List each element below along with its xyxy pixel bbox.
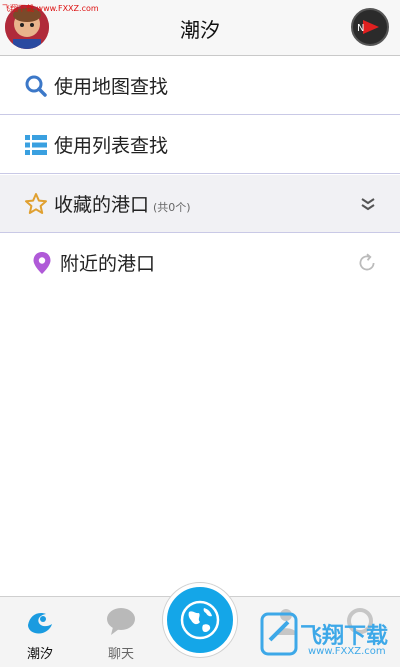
nearby-label: 附近的港口 bbox=[60, 253, 156, 275]
favorites-label: 收藏的港口 (共0个) bbox=[54, 190, 191, 217]
tab-chat-label: 聊天 bbox=[107, 647, 134, 662]
wave-icon bbox=[28, 613, 52, 634]
tab-tide-label: 潮汐 bbox=[26, 647, 53, 662]
map-search-label: 使用地图查找 bbox=[54, 76, 169, 98]
list-icon bbox=[25, 135, 47, 155]
star-icon bbox=[25, 193, 47, 214]
tab-tide[interactable]: 潮汐 bbox=[10, 597, 70, 667]
globe-icon bbox=[180, 600, 220, 640]
nearby-row[interactable]: 附近的港口 bbox=[0, 234, 400, 292]
list-search-label: 使用列表查找 bbox=[54, 135, 169, 157]
chevron-double-down-icon[interactable] bbox=[358, 194, 378, 214]
watermark-logo-icon bbox=[260, 612, 298, 656]
watermark-url: www.FXXZ.com bbox=[308, 646, 386, 657]
favorites-title: 收藏的港口 bbox=[54, 194, 150, 216]
globe-button[interactable] bbox=[163, 583, 237, 657]
compass-icon: N bbox=[357, 20, 379, 34]
location-pin-icon bbox=[33, 252, 51, 274]
favorites-count: (共0个) bbox=[153, 201, 191, 214]
watermark-logo: 飞翔下载 www.FXXZ.com bbox=[260, 608, 396, 664]
list-search-row[interactable]: 使用列表查找 bbox=[0, 116, 400, 174]
app-header: 飞翔下载 www.FXXZ.com 潮汐 N bbox=[0, 0, 400, 56]
tab-chat[interactable]: 聊天 bbox=[91, 597, 151, 667]
search-icon bbox=[25, 75, 47, 97]
refresh-icon[interactable] bbox=[356, 252, 378, 274]
chat-bubble-icon bbox=[107, 608, 135, 635]
map-search-row[interactable]: 使用地图查找 bbox=[0, 57, 400, 115]
favorites-row[interactable]: 收藏的港口 (共0个) bbox=[0, 175, 400, 233]
page-title: 潮汐 bbox=[180, 18, 220, 42]
svg-text:N: N bbox=[357, 23, 364, 34]
watermark-text: 飞翔下载 www.FXXZ.com bbox=[2, 4, 99, 13]
compass-button[interactable]: N bbox=[351, 8, 389, 46]
